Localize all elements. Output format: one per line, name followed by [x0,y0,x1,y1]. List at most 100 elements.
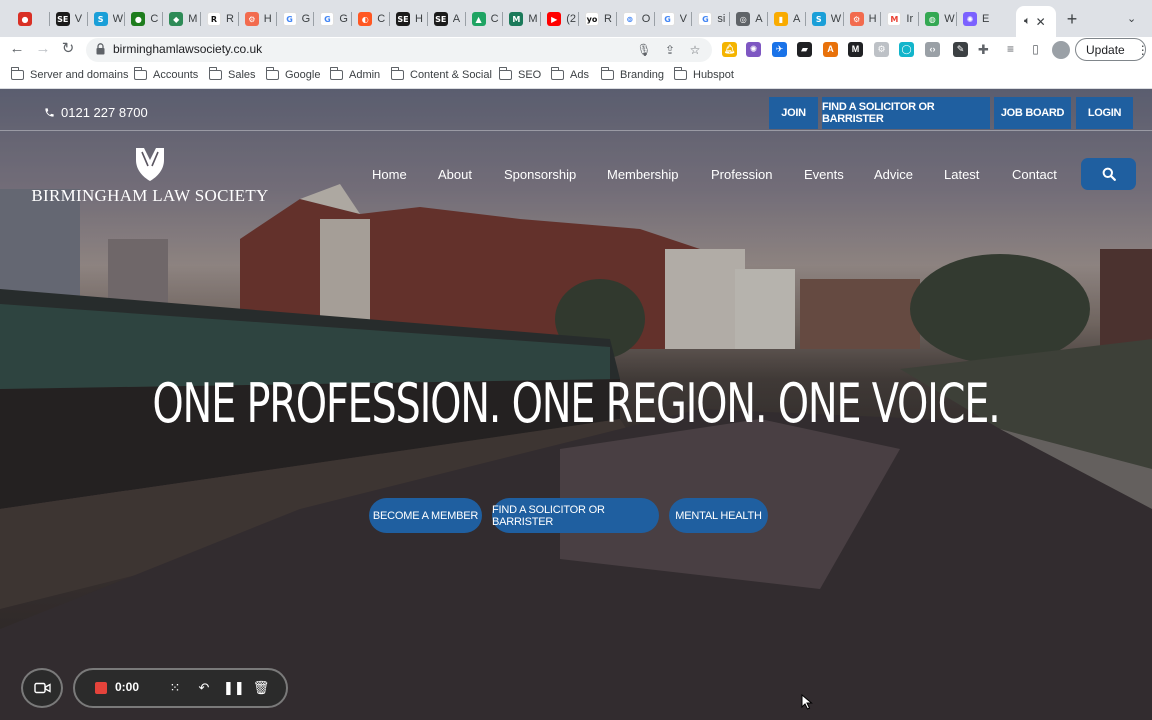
update-button[interactable]: Update ⋮ [1075,38,1149,61]
browser-tab[interactable]: GV [657,9,692,29]
browser-tab[interactable]: ◐ C [354,9,389,29]
browser-tab[interactable]: ◆ M [165,9,200,29]
mental-health-button[interactable]: MENTAL HEALTH [669,498,768,533]
browser-tab[interactable]: GG [316,9,351,29]
site-search-button[interactable] [1081,158,1136,190]
bookmark-google[interactable]: Google [265,67,320,81]
tab-separator [426,12,428,26]
menu-kebab-icon[interactable]: ⋮ [1137,43,1149,57]
trash-icon[interactable]: 🗑︎ [252,679,270,697]
reading-list-icon[interactable]: ≡ [1003,42,1018,57]
bookmarks-bar: Server and domains Accounts Sales Google… [0,63,1152,89]
nav-contact[interactable]: Contact [1012,167,1057,182]
browser-tab[interactable]: ◎ A [732,9,767,29]
find-solicitor-cta-button[interactable]: FIND A SOLICITOR OR BARRISTER [492,498,659,533]
phone-number[interactable]: 0121 227 8700 [44,105,148,120]
browser-tab[interactable]: RR [203,9,238,29]
tab-favicon-icon: ⊚ [622,12,637,26]
tab-strip: ● SE V S W ● C ◆ M R R ⚙ H G G G G ◐ C SE H SE A ▲ C M M ▶ (2 yo R ⊚ O G V… [0,0,1152,37]
browser-tab[interactable]: M Ir [883,9,918,29]
address-bar[interactable]: birminghamlawsociety.co.uk 🎙︎ ⇪ ☆ [86,38,712,62]
extension-flower-icon[interactable]: ✺ [746,42,761,57]
stop-recording-button[interactable] [95,682,107,694]
nav-latest[interactable]: Latest [944,167,979,182]
extension-m-icon[interactable]: M [848,42,863,57]
extension-plane-icon[interactable]: ✈ [772,42,787,57]
side-panel-icon[interactable]: ▯ [1028,42,1043,57]
new-tab-button[interactable]: + [1063,9,1081,29]
browser-tab[interactable]: ◍ W [921,9,956,29]
speaker-icon[interactable]: 🔈︎ [1024,15,1031,28]
active-tab[interactable]: 🔈︎ ✕ [1016,6,1056,37]
logo-text: BIRMINGHAM LAW SOCIETY [31,186,269,205]
microphone-icon[interactable]: 🎙︎ [636,42,652,58]
bookmark-label: Content & Social [410,69,492,81]
join-button[interactable]: JOIN [769,97,818,129]
nav-advice[interactable]: Advice [874,167,913,182]
browser-tab[interactable]: yo R [581,9,616,29]
browser-tab[interactable]: ● [14,9,49,29]
browser-tab[interactable]: GG [279,9,314,29]
browser-tab[interactable]: Gsi [694,9,729,29]
browser-tab[interactable]: ▮ A [770,9,805,29]
browser-tab[interactable]: ● C [127,9,162,29]
browser-tab[interactable]: ▲ C [468,9,503,29]
extension-gear-icon[interactable]: ⚙ [874,42,889,57]
bookmark-branding[interactable]: Branding [600,67,664,81]
nav-about[interactable]: About [438,167,472,182]
browser-tab[interactable]: MM [505,9,540,29]
close-tab-icon[interactable]: ✕ [1036,15,1046,29]
extensions-puzzle-icon[interactable]: ✚ [976,42,991,57]
tab-separator [691,12,693,26]
browser-tab[interactable]: ✺ E [959,9,994,29]
browser-tab[interactable]: SE A [430,9,465,29]
become-member-button[interactable]: BECOME A MEMBER [369,498,482,533]
extension-eyedropper-icon[interactable]: ✎ [953,42,968,57]
recorder-camera-button[interactable] [21,668,63,708]
extension-bell-icon[interactable]: 🔔︎ [722,42,737,57]
nav-membership[interactable]: Membership [607,167,679,182]
browser-tab[interactable]: ⚙ H [241,9,276,29]
nav-home[interactable]: Home [372,167,407,182]
browser-tab[interactable]: SE V [52,9,87,29]
extension-code-icon[interactable]: ‹› [925,42,940,57]
extension-a-icon[interactable]: A [823,42,838,57]
nav-profession[interactable]: Profession [711,167,772,182]
browser-tab[interactable]: SW [808,9,843,29]
bookmark-hubspot[interactable]: Hubspot [673,67,734,81]
back-button[interactable]: ← [7,39,27,59]
bookmark-accounts[interactable]: Accounts [133,67,198,81]
reload-button[interactable]: ↻ [58,39,78,59]
browser-tab[interactable]: ⊚ O [619,9,654,29]
bookmark-star-icon[interactable]: ☆ [687,42,703,58]
bookmark-sales[interactable]: Sales [208,67,256,81]
find-solicitor-top-button[interactable]: FIND A SOLICITOR OR BARRISTER [822,97,990,129]
job-board-button[interactable]: JOB BOARD [994,97,1071,129]
forward-button[interactable]: → [33,39,53,59]
browser-tab[interactable]: SE H [392,9,427,29]
browser-tab[interactable]: ▶ (2 [543,9,578,29]
bookmark-server-and-domains[interactable]: Server and domains [10,67,128,81]
login-button[interactable]: LOGIN [1076,97,1133,129]
extension-clapper-icon[interactable]: ▰ [797,42,812,57]
bookmark-ads[interactable]: Ads [550,67,589,81]
browser-tab[interactable]: ⚙ H [846,9,881,29]
nav-events[interactable]: Events [804,167,844,182]
extension-circle-icon[interactable]: ◯ [899,42,914,57]
pause-icon[interactable]: ❚❚ [223,679,245,697]
nav-sponsorship[interactable]: Sponsorship [504,167,576,182]
bookmark-seo[interactable]: SEO [498,67,541,81]
bookmark-content-social[interactable]: Content & Social [390,67,492,81]
site-logo[interactable]: BIRMINGHAM LAW SOCIETY [28,146,272,208]
share-icon[interactable]: ⇪ [662,42,678,58]
browser-toolbar: ← → ↻ birminghamlawsociety.co.uk 🎙︎ ⇪ ☆ … [0,37,1152,63]
undo-icon[interactable]: ↶ [195,679,213,697]
profile-avatar[interactable] [1052,41,1070,59]
folder-icon [10,67,24,80]
url-text[interactable]: birminghamlawsociety.co.uk [113,42,262,56]
grid-dots-icon[interactable]: ⁙ [166,679,184,697]
browser-tab[interactable]: SW [90,9,125,29]
tab-title: M [188,13,198,25]
bookmark-admin[interactable]: Admin [329,67,380,81]
tab-search-chevron-icon[interactable]: ⌄ [1127,12,1136,25]
